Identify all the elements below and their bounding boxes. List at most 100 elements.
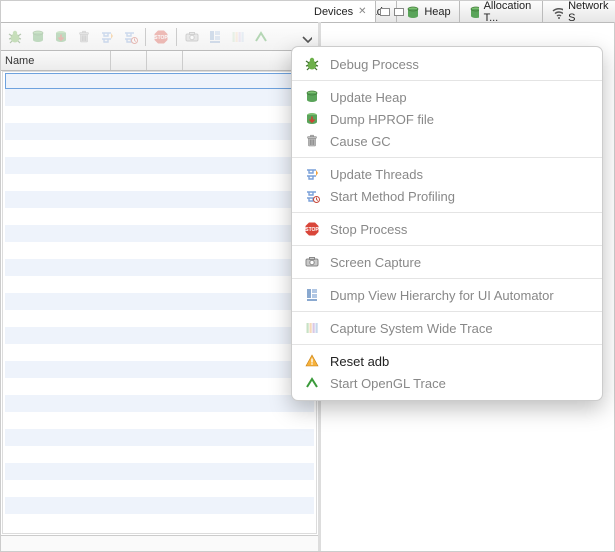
menu-item-label: Start OpenGL Trace xyxy=(330,376,446,391)
menu-item-cause-gc[interactable]: Cause GC xyxy=(292,130,602,152)
toolbar-threads-button[interactable] xyxy=(97,27,117,47)
menu-item-dump-hprof[interactable]: Dump HPROF file xyxy=(292,108,602,130)
method-profile-icon xyxy=(304,188,320,204)
toolbar-method-profile-button[interactable] xyxy=(120,27,140,47)
devices-toolbar xyxy=(1,23,318,51)
table-row[interactable] xyxy=(5,174,314,191)
tab-label: Allocation T... xyxy=(484,0,535,24)
table-row[interactable] xyxy=(5,344,314,361)
toolbar-trash-button[interactable] xyxy=(74,27,94,47)
toolbar-screen-capture-button[interactable] xyxy=(182,27,202,47)
toolbar-system-trace-button[interactable] xyxy=(228,27,248,47)
table-row[interactable] xyxy=(5,378,314,395)
heap-green-icon xyxy=(468,5,479,19)
menu-item-label: Dump HPROF file xyxy=(330,112,434,127)
tab-devices-label: Devices xyxy=(314,6,353,18)
wifi-icon xyxy=(551,5,563,19)
menu-item-system-trace[interactable]: Capture System Wide Trace xyxy=(292,317,602,339)
left-bottom-bar xyxy=(1,535,318,551)
stop-icon xyxy=(304,221,320,237)
menu-item-label: Screen Capture xyxy=(330,255,421,270)
table-row[interactable] xyxy=(5,123,314,140)
stop-icon xyxy=(153,29,169,45)
toolbar-overflow-menu: Debug Process Update Heap Dump HPROF file C… xyxy=(291,46,603,401)
table-row[interactable] xyxy=(5,463,314,480)
menu-item-debug-process[interactable]: Debug Process xyxy=(292,53,602,75)
menu-item-method-profile[interactable]: Start Method Profiling xyxy=(292,185,602,207)
menu-separator xyxy=(292,80,602,81)
devices-list xyxy=(2,71,317,534)
opengl-arrow-icon xyxy=(304,375,320,391)
menu-item-reset-adb[interactable]: Reset adb xyxy=(292,350,602,372)
toolbar-opengl-arrow-button[interactable] xyxy=(251,27,271,47)
toolbar-separator xyxy=(145,28,146,46)
menu-separator xyxy=(292,344,602,345)
menu-separator xyxy=(292,245,602,246)
menu-item-update-heap[interactable]: Update Heap xyxy=(292,86,602,108)
menu-separator xyxy=(292,157,602,158)
toolbar-heap-green-button[interactable] xyxy=(28,27,48,47)
menu-item-start-opengl[interactable]: Start OpenGL Trace xyxy=(292,372,602,394)
menu-item-label: Capture System Wide Trace xyxy=(330,321,493,336)
table-row[interactable] xyxy=(5,106,314,123)
minimize-button[interactable] xyxy=(380,8,390,16)
view-hierarchy-icon xyxy=(304,287,320,303)
menu-item-stop-process[interactable]: Stop Process xyxy=(292,218,602,240)
tab-devices[interactable]: Devices ✕ xyxy=(1,1,376,22)
trash-icon xyxy=(76,29,92,45)
opengl-arrow-icon xyxy=(253,29,269,45)
table-row[interactable] xyxy=(5,514,314,531)
table-row[interactable] xyxy=(5,276,314,293)
close-icon[interactable]: ✕ xyxy=(358,6,366,17)
menu-separator xyxy=(292,212,602,213)
menu-item-label: Cause GC xyxy=(330,134,391,149)
menu-item-screen-capture[interactable]: Screen Capture xyxy=(292,251,602,273)
maximize-button[interactable] xyxy=(394,8,404,16)
table-row[interactable] xyxy=(5,157,314,174)
table-row[interactable] xyxy=(5,327,314,344)
trash-icon xyxy=(304,133,320,149)
screen-capture-icon xyxy=(304,254,320,270)
left-tab-bar: Devices ✕ xyxy=(1,1,318,23)
table-row[interactable] xyxy=(5,242,314,259)
tab-allocation-t-[interactable]: Allocation T... xyxy=(460,1,544,22)
table-row[interactable] xyxy=(5,208,314,225)
tab-label: Network S xyxy=(568,0,611,24)
menu-item-label: Debug Process xyxy=(330,57,419,72)
screen-capture-icon xyxy=(184,29,200,45)
table-row[interactable] xyxy=(5,259,314,276)
menu-item-label: Stop Process xyxy=(330,222,407,237)
tab-network-s[interactable]: Network S xyxy=(543,1,615,22)
toolbar-separator xyxy=(176,28,177,46)
warn-icon xyxy=(304,353,320,369)
menu-separator xyxy=(292,311,602,312)
menu-separator xyxy=(292,278,602,279)
toolbar-stop-button[interactable] xyxy=(151,27,171,47)
table-row[interactable] xyxy=(5,395,314,412)
menu-item-label: Dump View Hierarchy for UI Automator xyxy=(330,288,554,303)
toolbar-heap-dump-button[interactable] xyxy=(51,27,71,47)
toolbar-view-hierarchy-button[interactable] xyxy=(205,27,225,47)
method-profile-icon xyxy=(122,29,138,45)
toolbar-overflow-button[interactable] xyxy=(298,29,314,45)
table-row[interactable] xyxy=(5,412,314,429)
menu-item-label: Update Heap xyxy=(330,90,407,105)
table-row[interactable] xyxy=(5,225,314,242)
table-row[interactable] xyxy=(5,429,314,446)
menu-item-label: Start Method Profiling xyxy=(330,189,455,204)
table-row[interactable] xyxy=(5,446,314,463)
heap-green-icon xyxy=(304,89,320,105)
table-row[interactable] xyxy=(5,191,314,208)
toolbar-debug-bug-button[interactable] xyxy=(5,27,25,47)
menu-item-view-hierarchy[interactable]: Dump View Hierarchy for UI Automator xyxy=(292,284,602,306)
table-row[interactable] xyxy=(5,361,314,378)
menu-item-update-threads[interactable]: Update Threads xyxy=(292,163,602,185)
heap-green-icon xyxy=(30,29,46,45)
table-row[interactable] xyxy=(5,89,314,106)
table-row[interactable] xyxy=(5,310,314,327)
table-row[interactable] xyxy=(5,497,314,514)
table-row[interactable] xyxy=(5,293,314,310)
heap-dump-icon xyxy=(53,29,69,45)
table-row[interactable] xyxy=(5,140,314,157)
table-row[interactable] xyxy=(5,480,314,497)
